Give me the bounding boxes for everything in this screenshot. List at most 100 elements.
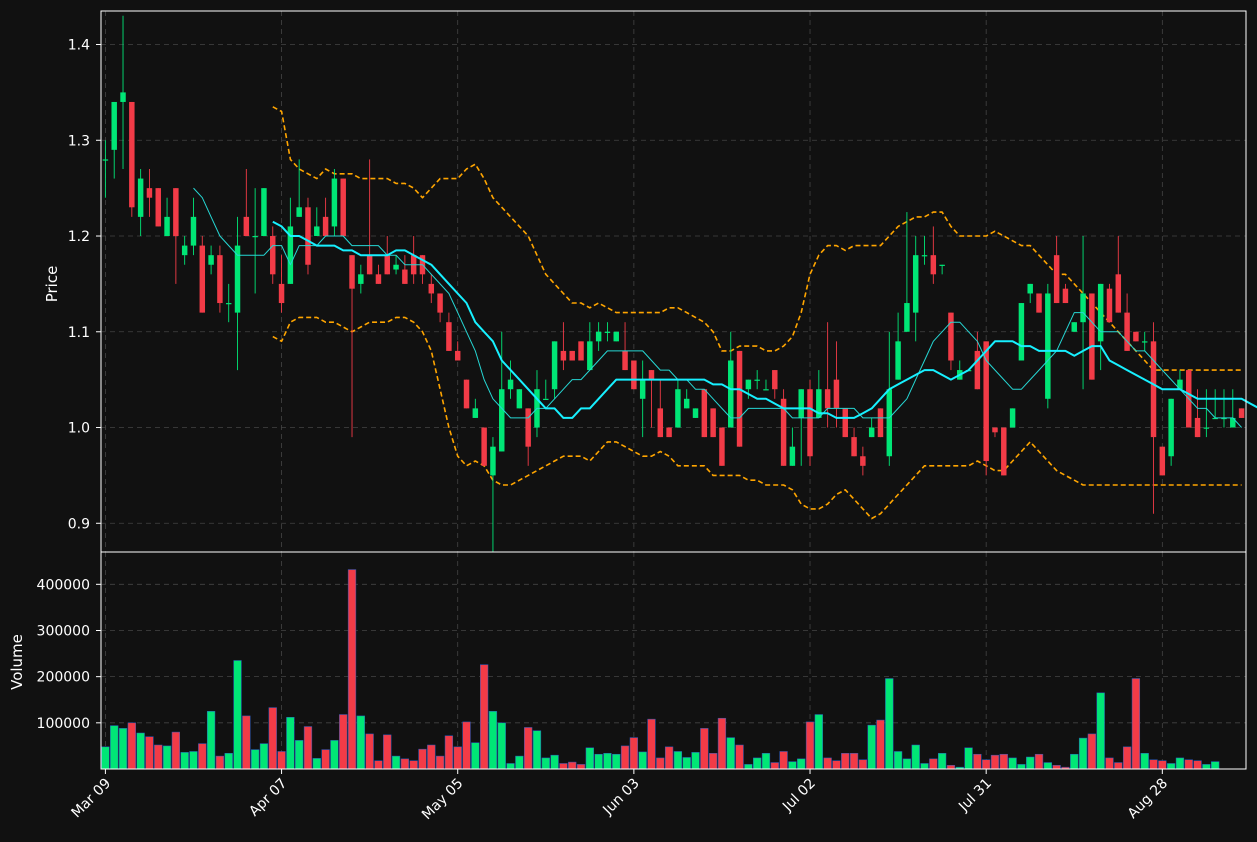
volume-bar [189,751,198,770]
candle-body [701,389,708,438]
candle-body [595,331,602,342]
candle-body [490,446,496,476]
candle-body [639,379,646,399]
candle-body [261,188,267,237]
price-tick-label: 1.3 [68,133,90,149]
volume-bar [374,760,383,770]
candle-body [860,456,866,466]
candle-body [437,293,443,313]
candle-body [1238,408,1245,418]
candle-body [1133,331,1139,342]
volume-bar [717,717,727,770]
volume-bar [162,745,172,770]
volume-bar [1202,764,1211,770]
volume-bar [444,735,454,770]
volume-bar [576,764,586,770]
volume-bar [990,754,1000,770]
volume-bar [841,753,850,770]
volume-bar [1087,733,1096,770]
price-tick-label: 1.0 [68,421,90,437]
volume-bar [541,757,550,770]
price-tick-label: 1.1 [68,325,90,341]
candle-body [384,255,390,275]
volume-bar [215,755,225,770]
candle-body [217,255,223,304]
candle-body [155,188,161,227]
volume-bar [206,711,216,770]
volume-bar [709,753,718,770]
volume-bar [286,717,295,770]
candle-body [710,408,716,438]
volume-bar [506,763,515,770]
volume-tick-label: 300000 [37,623,90,639]
candle-body [1027,283,1033,294]
volume-bar [233,660,242,770]
candle-body [120,92,126,102]
price-tick-label: 1.4 [68,38,90,54]
candle-body [604,331,611,333]
volume-bar [744,764,753,770]
candle-body [190,216,197,246]
candle-body [1080,293,1086,323]
candle-body [939,264,945,266]
candle-body [340,178,346,237]
candle-body [895,341,901,380]
candle-body [463,379,470,409]
volume-bar [973,753,982,770]
candle-body [375,274,382,284]
candle-body [974,350,981,390]
volume-bar [383,734,392,770]
volume-bar [814,714,823,770]
candle-body [587,341,593,371]
candle-body [137,178,144,217]
volume-bar [198,743,207,770]
candle-body [851,437,857,457]
candle-body [1089,293,1095,380]
volume-bar [277,751,286,770]
candle-body [763,389,769,391]
candle-body [622,350,628,371]
volume-bar [1008,757,1017,770]
candle-body [551,341,558,390]
candle-body [613,331,619,342]
volume-bar [118,728,128,770]
candle-body [648,370,655,380]
volume-bar [295,740,304,770]
volume-bar [726,737,735,770]
candle-body [578,341,584,361]
volume-bar [647,718,656,770]
candle-body [666,427,672,438]
candle-body [745,379,752,390]
volume-bar [832,760,841,770]
volume-bar [224,753,233,770]
candle-body [1141,341,1148,343]
price-axis-label: Price [43,266,61,303]
volume-bar [629,737,638,770]
candle-body [886,389,893,457]
candle-body [1115,274,1122,313]
candle-body [1036,293,1042,313]
volume-bar [1140,753,1149,770]
volume-bar [1184,759,1193,770]
candle-body [877,408,884,438]
volume-bar [823,757,832,770]
volume-bar [400,758,409,770]
volume-bar [920,763,929,770]
candle-body [992,427,998,433]
volume-tick-label: 400000 [37,577,90,593]
candle-body [1062,288,1069,304]
candle-body [842,408,848,438]
volume-bar [893,751,903,770]
candle-body [1001,427,1007,476]
figure-background [0,0,1257,842]
candle-body [270,236,276,275]
candle-body [358,274,364,284]
candle-body [1203,427,1210,429]
volume-bar [110,725,119,770]
candle-body [921,255,928,257]
volume-bar [849,753,859,770]
volume-bar [339,714,348,770]
volume-bar [1114,762,1123,770]
volume-bar [876,719,885,770]
candle-body [243,216,250,237]
